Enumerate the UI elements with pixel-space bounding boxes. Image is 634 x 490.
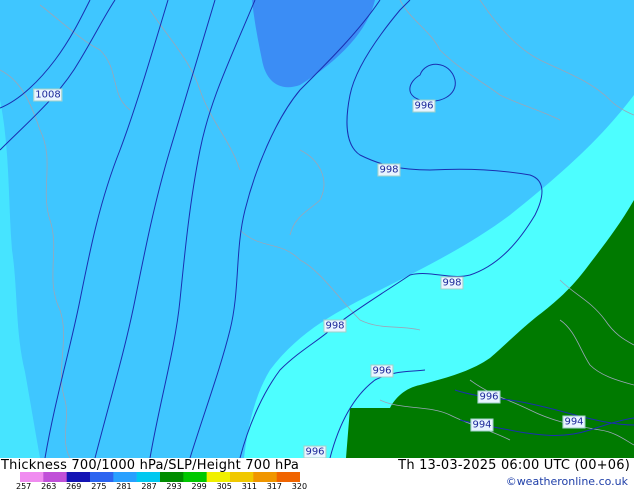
contour-label: 1008 — [33, 88, 63, 102]
color-scale-tick: 269 — [66, 482, 82, 490]
color-scale-tick: 311 — [241, 482, 257, 490]
color-scale-tick: 293 — [166, 482, 182, 490]
contour-label: 998 — [323, 319, 347, 333]
color-scale-cell — [230, 472, 254, 482]
color-scale-tick: 263 — [41, 482, 57, 490]
contour-label: 994 — [470, 418, 494, 432]
color-scale-cell — [90, 472, 114, 482]
contour-label: 996 — [477, 390, 501, 404]
color-scale-tick: 317 — [266, 482, 282, 490]
color-scale-cell — [183, 472, 207, 482]
color-scale-tick: 275 — [91, 482, 107, 490]
color-scale — [20, 472, 300, 482]
footer: Thickness 700/1000 hPa/SLP/Height 700 hP… — [0, 458, 634, 490]
thickness-map — [0, 0, 634, 458]
color-scale-tick: 299 — [191, 482, 207, 490]
color-scale-cell — [136, 472, 161, 482]
contour-label: 996 — [370, 364, 394, 378]
color-scale-cell — [20, 472, 44, 482]
contour-label: 996 — [412, 99, 436, 113]
contour-label: 998 — [377, 163, 401, 177]
color-scale-cell — [113, 472, 137, 482]
color-scale-tick: 257 — [16, 482, 32, 490]
color-scale-cell — [276, 472, 300, 482]
color-scale-cell — [160, 472, 184, 482]
color-scale-tick: 320 — [291, 482, 308, 490]
color-scale-cell — [206, 472, 231, 482]
color-scale-ticks: 257 263 269 275 281 287 293 299 305 311 317 320 — [0, 482, 340, 490]
weather-map-panel: 1008 996 998 998 998 996 996 994 994 996… — [0, 0, 634, 490]
map-title: Thickness 700/1000 hPa/SLP/Height 700 hP… — [1, 458, 300, 473]
color-scale-cell — [66, 472, 91, 482]
credit-link[interactable]: ©weatheronline.co.uk — [506, 475, 628, 488]
color-scale-tick: 287 — [141, 482, 157, 490]
color-scale-cell — [43, 472, 67, 482]
color-scale-tick: 281 — [116, 482, 132, 490]
contour-label: 994 — [562, 415, 586, 429]
contour-label: 996 — [303, 445, 327, 459]
color-scale-tick: 305 — [216, 482, 232, 490]
valid-time: Th 13-03-2025 06:00 UTC (00+06) — [398, 458, 630, 473]
contour-label: 998 — [440, 276, 464, 290]
color-scale-cell — [253, 472, 277, 482]
